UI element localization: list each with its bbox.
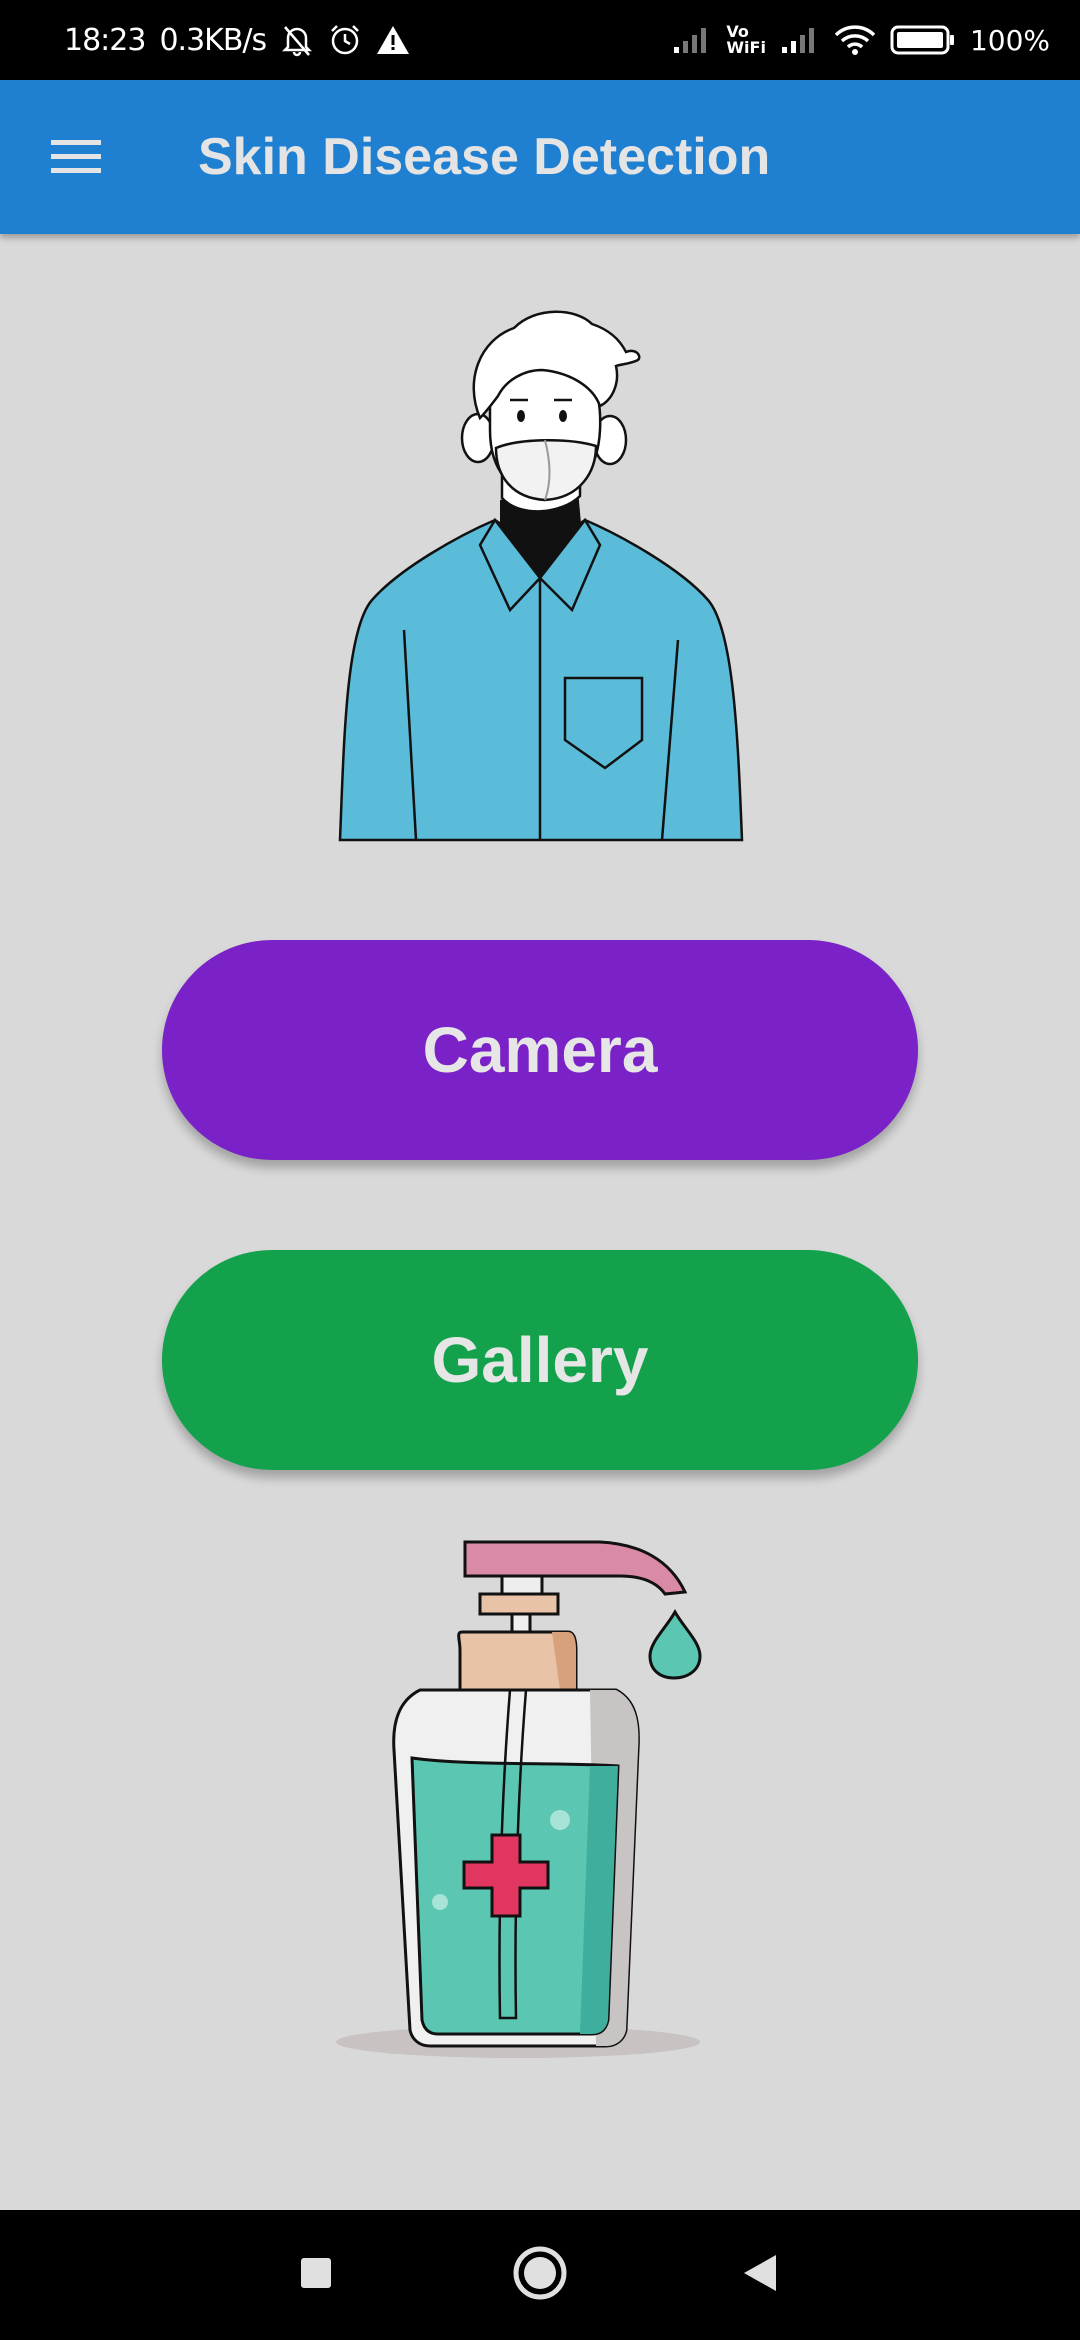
status-time: 18:23 [64,22,146,58]
battery-icon [890,24,956,56]
status-speed: 0.3KB/s [159,22,267,58]
signal-icon [780,25,820,55]
signal-icon [672,25,712,55]
menu-button[interactable] [36,118,116,198]
alarm-icon [328,23,362,57]
recents-square-icon [299,2256,333,2295]
hand-sanitizer-illustration [320,1530,720,2070]
home-circle-icon [512,2245,568,2306]
battery-percent: 100% [969,23,1050,57]
hamburger-menu-icon [49,136,103,181]
back-button[interactable] [700,2210,820,2340]
vowifi-bottom: WiFi [726,38,766,57]
app-bar: Skin Disease Detection [0,80,1080,234]
navigation-bar [0,2210,1080,2340]
camera-button[interactable]: Camera [162,940,918,1160]
vowifi-icon: Vo WiFi [726,24,766,56]
status-bar: 18:23 0.3KB/s Vo WiFi 100% [0,0,1080,80]
status-right: Vo WiFi 100% [672,0,1050,80]
warning-icon [376,24,410,56]
wifi-icon [834,24,876,56]
masked-person-illustration [330,300,750,850]
muted-bell-icon [280,23,314,57]
status-left: 18:23 0.3KB/s [64,0,410,80]
recents-button[interactable] [256,2210,376,2340]
page-title: Skin Disease Detection [198,128,771,186]
screen: 18:23 0.3KB/s Vo WiFi 100% Skin Disease … [0,0,1080,2340]
gallery-button[interactable]: Gallery [162,1250,918,1470]
back-triangle-icon [742,2253,778,2298]
home-button[interactable] [480,2210,600,2340]
